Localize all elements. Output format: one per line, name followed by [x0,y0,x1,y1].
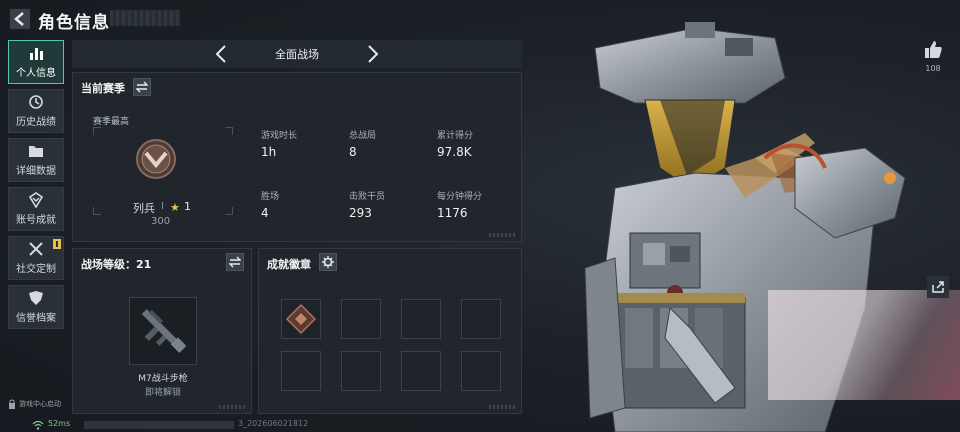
ping-value: 52ms [48,419,71,428]
swap-icon [229,256,241,268]
rank-separator: I [161,201,164,212]
achievement-icon [28,192,44,208]
like-count: 108 [925,64,941,73]
shield-icon [29,291,43,305]
medals-title: 成就徽章 [267,258,311,271]
mode-switcher: 全面战场 [72,40,522,68]
season-panel: 当前赛季 赛季最高 列兵 I ★ 1 300 游戏时长 1h 总战局 8 累计得… [72,72,522,242]
header: 角色信息 [0,0,240,40]
wifi-icon [32,420,44,430]
sidebar-item-personal-info[interactable]: 个人信息 [8,40,64,84]
game-center-button[interactable]: 游戏中心启动 [8,396,66,412]
sidebar-item-label: 社交定制 [16,264,56,275]
medal-slot[interactable] [341,299,381,339]
header-obscured [110,10,180,26]
stat-label: 胜场 [261,192,280,202]
thumbs-up-icon[interactable] [922,38,944,60]
stat-label: 游戏时长 [261,131,298,141]
sidebar-item-label: 历史战绩 [16,117,56,128]
stat-label: 总战局 [349,131,377,141]
bar-chart-icon [30,48,43,60]
achievement-medals-panel: 成就徽章 [258,248,522,414]
lock-icon [9,399,15,409]
medal-slot[interactable] [401,299,441,339]
medal-slot[interactable] [281,299,321,339]
sidebar-item-history[interactable]: 历史战绩 [8,89,64,133]
stat-value: 1h [261,145,277,159]
stat-label: 累计得分 [437,131,474,141]
rank-name: 列兵 [133,202,155,215]
medal-slot[interactable] [401,351,441,391]
medal-slot[interactable] [341,351,381,391]
sidebar-item-label: 个人信息 [16,68,56,79]
page-title: 角色信息 [38,13,110,33]
rifle-icon [141,309,187,353]
panel-decoration [219,405,245,409]
chevron-left-icon[interactable] [212,44,232,64]
notification-badge [53,239,61,249]
gear-icon [322,256,334,268]
uid-text: 3_20260602181​2 [238,419,309,428]
stat-value: 4 [261,206,269,220]
stat-value: 1176 [437,206,468,220]
panel-decoration [489,233,515,237]
stat-value: 8 [349,145,357,159]
uid-obscured [84,421,234,429]
stat-label: 每分钟得分 [437,192,483,202]
swap-icon [136,81,148,93]
medal-slot[interactable] [461,351,501,391]
weapon-status: 即将解锁 [144,388,181,398]
weapon-name: M7战斗步枪 [138,374,188,384]
footer: 52ms 3_20260602181​2 [0,418,520,432]
battlefield-level-panel: 战场等级：21 M7战斗步枪 即将解锁 [72,248,252,414]
sidebar-item-reputation[interactable]: 信誉档案 [8,285,64,329]
share-button[interactable] [927,276,949,298]
game-center-label: 游戏中心启动 [19,400,61,408]
settings-button[interactable] [319,253,337,271]
mode-label: 全面战场 [275,48,319,61]
obscured-region [768,290,960,400]
back-icon[interactable] [10,9,30,29]
weapon-card[interactable] [129,297,197,365]
sidebar-item-label: 账号成就 [16,215,56,226]
share-icon [932,281,944,293]
sidebar-item-label: 信誉档案 [16,313,56,324]
season-best-label: 赛季最高 [93,117,130,127]
battlefield-level-title: 战场等级：21 [81,258,152,271]
stat-value: 293 [349,206,372,220]
rank-level: 1 [184,200,191,213]
sidebar-item-detailed-data[interactable]: 详细数据 [8,138,64,182]
panel-decoration [489,405,515,409]
star-icon: ★ [170,201,180,214]
medal-slot[interactable] [281,351,321,391]
stat-value: 97.8K [437,145,472,159]
stat-label: 击败干员 [349,192,386,202]
sidebar-item-label: 详细数据 [16,166,56,177]
sidebar: 个人信息 历史战绩 详细数据 账号成就 社交定制 信誉档案 [8,40,64,334]
medal-icon [285,303,317,335]
sidebar-item-social[interactable]: 社交定制 [8,236,64,280]
swap-button[interactable] [133,78,151,96]
history-icon [29,95,43,109]
sidebar-item-achievements[interactable]: 账号成就 [8,187,64,231]
tools-icon [29,242,43,256]
season-panel-title: 当前赛季 [81,82,125,95]
medal-slot[interactable] [461,299,501,339]
rank-points: 300 [151,216,171,227]
chevron-right-icon[interactable] [362,44,382,64]
folder-icon [29,146,43,157]
swap-button[interactable] [226,253,244,271]
rank-badge-icon [136,139,176,179]
